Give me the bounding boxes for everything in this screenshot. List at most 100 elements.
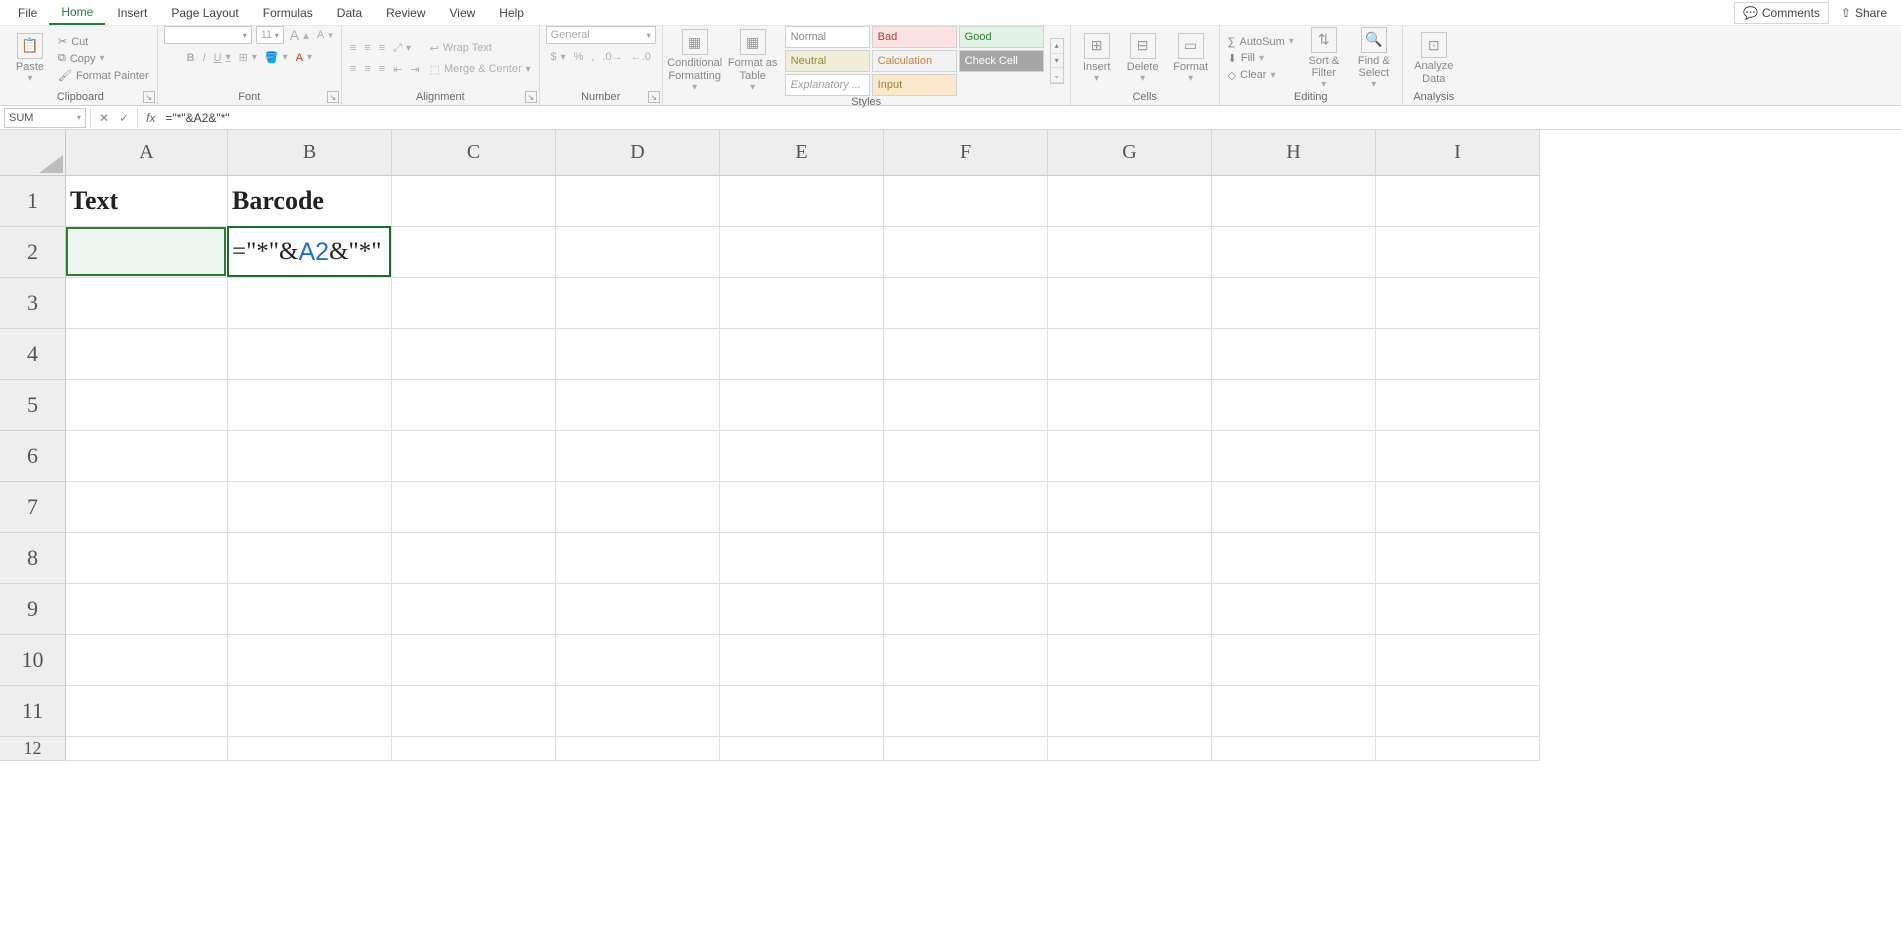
cell-A8[interactable] bbox=[66, 533, 228, 584]
cell-E3[interactable] bbox=[720, 278, 884, 329]
align-right-button[interactable]: ≡ bbox=[377, 62, 387, 76]
tab-data[interactable]: Data bbox=[325, 2, 374, 24]
cell-H7[interactable] bbox=[1212, 482, 1376, 533]
cell-D10[interactable] bbox=[556, 635, 720, 686]
cell-C1[interactable] bbox=[392, 176, 556, 227]
wrap-text-button[interactable]: ↩Wrap Text bbox=[428, 41, 533, 56]
name-box[interactable]: SUM▾ bbox=[4, 108, 86, 128]
cell-F3[interactable] bbox=[884, 278, 1048, 329]
row-header-1[interactable]: 1 bbox=[0, 176, 66, 227]
cell-G4[interactable] bbox=[1048, 329, 1212, 380]
orientation-button[interactable]: ⤢▾ bbox=[391, 41, 413, 56]
cell-D11[interactable] bbox=[556, 686, 720, 737]
cell-H8[interactable] bbox=[1212, 533, 1376, 584]
row-header-11[interactable]: 11 bbox=[0, 686, 66, 737]
style-neutral[interactable]: Neutral bbox=[785, 50, 870, 72]
fill-button[interactable]: ⬇Fill▾ bbox=[1226, 51, 1296, 66]
cell-A9[interactable] bbox=[66, 584, 228, 635]
cell-H5[interactable] bbox=[1212, 380, 1376, 431]
cell-I2[interactable] bbox=[1376, 227, 1540, 278]
tab-view[interactable]: View bbox=[438, 2, 488, 24]
row-header-7[interactable]: 7 bbox=[0, 482, 66, 533]
find-select-button[interactable]: 🔍Find & Select▾ bbox=[1352, 27, 1396, 90]
tab-file[interactable]: File bbox=[6, 2, 49, 24]
cell-H11[interactable] bbox=[1212, 686, 1376, 737]
cell-F2[interactable] bbox=[884, 227, 1048, 278]
cell-E9[interactable] bbox=[720, 584, 884, 635]
tab-insert[interactable]: Insert bbox=[105, 2, 159, 24]
cell-H4[interactable] bbox=[1212, 329, 1376, 380]
copy-button[interactable]: ⧉Copy▾ bbox=[56, 51, 151, 66]
cell-H3[interactable] bbox=[1212, 278, 1376, 329]
align-left-button[interactable]: ≡ bbox=[348, 62, 358, 76]
cell-C11[interactable] bbox=[392, 686, 556, 737]
cell-B11[interactable] bbox=[228, 686, 392, 737]
cell-G2[interactable] bbox=[1048, 227, 1212, 278]
cell-H2[interactable] bbox=[1212, 227, 1376, 278]
cell-A1[interactable]: Text bbox=[66, 176, 228, 227]
align-middle-button[interactable]: ≡ bbox=[362, 41, 372, 55]
cell-I1[interactable] bbox=[1376, 176, 1540, 227]
cell-H9[interactable] bbox=[1212, 584, 1376, 635]
column-header-F[interactable]: F bbox=[884, 130, 1048, 176]
align-top-button[interactable]: ≡ bbox=[348, 41, 358, 55]
cell-F11[interactable] bbox=[884, 686, 1048, 737]
formula-input[interactable]: ="*"&A2&"*" bbox=[163, 111, 1901, 125]
cell-I8[interactable] bbox=[1376, 533, 1540, 584]
sort-filter-button[interactable]: ⇅Sort & Filter▾ bbox=[1302, 27, 1346, 90]
cell-B1[interactable]: Barcode bbox=[228, 176, 392, 227]
style-normal[interactable]: Normal bbox=[785, 26, 870, 48]
cell-C10[interactable] bbox=[392, 635, 556, 686]
cell-D3[interactable] bbox=[556, 278, 720, 329]
format-as-table-button[interactable]: ▦ Format as Table▾ bbox=[727, 29, 779, 92]
cell-F8[interactable] bbox=[884, 533, 1048, 584]
row-header-6[interactable]: 6 bbox=[0, 431, 66, 482]
cell-B12[interactable] bbox=[228, 737, 392, 761]
cell-B2[interactable]: ="*"&A2&"*" bbox=[228, 227, 392, 278]
cell-C2[interactable] bbox=[392, 227, 556, 278]
cell-F7[interactable] bbox=[884, 482, 1048, 533]
column-header-C[interactable]: C bbox=[392, 130, 556, 176]
cell-F12[interactable] bbox=[884, 737, 1048, 761]
cell-I6[interactable] bbox=[1376, 431, 1540, 482]
alignment-dialog-launcher[interactable]: ↘ bbox=[525, 91, 537, 103]
cell-I7[interactable] bbox=[1376, 482, 1540, 533]
italic-button[interactable]: I bbox=[201, 51, 208, 65]
cell-D2[interactable] bbox=[556, 227, 720, 278]
tab-review[interactable]: Review bbox=[374, 2, 437, 24]
row-header-10[interactable]: 10 bbox=[0, 635, 66, 686]
column-header-G[interactable]: G bbox=[1048, 130, 1212, 176]
styles-gallery-expand[interactable]: ▴▾⌄ bbox=[1050, 38, 1064, 84]
style-good[interactable]: Good bbox=[959, 26, 1044, 48]
cell-G6[interactable] bbox=[1048, 431, 1212, 482]
cell-B9[interactable] bbox=[228, 584, 392, 635]
style-calculation[interactable]: Calculation bbox=[872, 50, 957, 72]
cell-E12[interactable] bbox=[720, 737, 884, 761]
row-header-4[interactable]: 4 bbox=[0, 329, 66, 380]
cell-C4[interactable] bbox=[392, 329, 556, 380]
cell-C5[interactable] bbox=[392, 380, 556, 431]
insert-cells-button[interactable]: ⊞Insert▾ bbox=[1077, 33, 1117, 84]
tab-formulas[interactable]: Formulas bbox=[251, 2, 325, 24]
cell-G8[interactable] bbox=[1048, 533, 1212, 584]
cell-D5[interactable] bbox=[556, 380, 720, 431]
accounting-button[interactable]: $▾ bbox=[548, 50, 567, 64]
cell-D7[interactable] bbox=[556, 482, 720, 533]
cell-B4[interactable] bbox=[228, 329, 392, 380]
analyze-data-button[interactable]: ⊡Analyze Data bbox=[1409, 32, 1459, 84]
clipboard-dialog-launcher[interactable]: ↘ bbox=[143, 91, 155, 103]
border-button[interactable]: ⊞▾ bbox=[237, 50, 259, 65]
enter-formula-button[interactable]: ✓ bbox=[119, 111, 129, 125]
row-header-3[interactable]: 3 bbox=[0, 278, 66, 329]
cell-E11[interactable] bbox=[720, 686, 884, 737]
column-header-I[interactable]: I bbox=[1376, 130, 1540, 176]
increase-indent-button[interactable]: ⇥ bbox=[408, 62, 421, 77]
cell-B3[interactable] bbox=[228, 278, 392, 329]
fx-icon[interactable]: fx bbox=[138, 111, 163, 125]
cell-D12[interactable] bbox=[556, 737, 720, 761]
font-size-select[interactable]: 11▾ bbox=[256, 26, 284, 44]
cancel-formula-button[interactable]: ✕ bbox=[99, 111, 109, 125]
font-color-button[interactable]: A▾ bbox=[294, 51, 314, 65]
delete-cells-button[interactable]: ⊟Delete▾ bbox=[1123, 33, 1163, 84]
style-bad[interactable]: Bad bbox=[872, 26, 957, 48]
